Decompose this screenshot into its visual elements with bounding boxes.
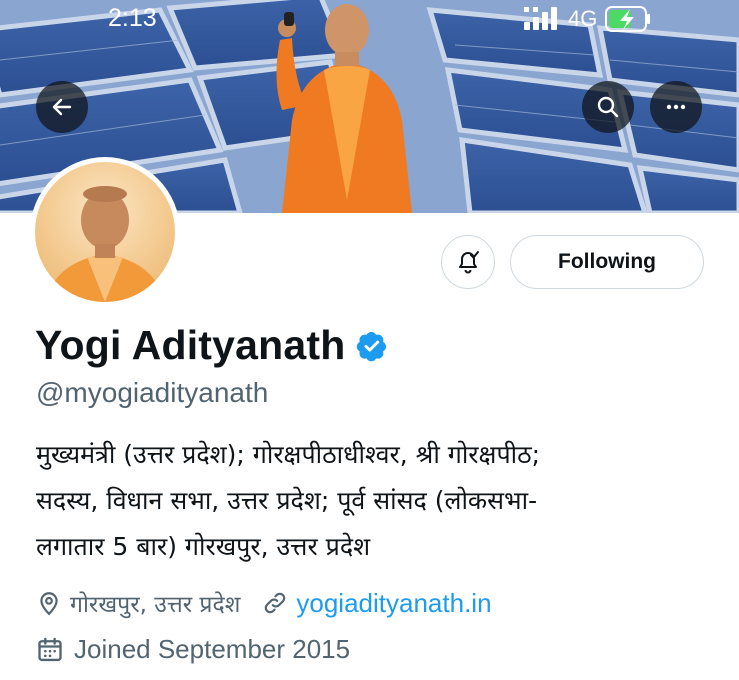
profile-meta: गोरखपुर, उत्तर प्रदेश yogiadityanath.in [36, 587, 492, 619]
display-name: Yogi Adityanath [35, 322, 346, 368]
bell-check-icon [459, 251, 479, 274]
joined-date-row: Joined September 2015 [36, 634, 350, 665]
bio-line: लगातार 5 बार) गोरखपुर, उत्तर प्रदेश [36, 532, 371, 561]
location-pin-icon [40, 592, 58, 616]
status-indicators: 4G [524, 6, 651, 32]
following-button[interactable]: Following [510, 235, 704, 289]
back-button[interactable] [36, 81, 88, 133]
arrow-left-icon [52, 98, 72, 116]
search-icon [597, 96, 619, 118]
display-name-row: Yogi Adityanath [35, 322, 388, 369]
bio-line: मुख्यमंत्री (उत्तर प्रदेश); गोरक्षपीठाधी… [36, 440, 541, 469]
battery-charging-icon [605, 6, 651, 32]
user-handle: @myogiadityanath [36, 377, 269, 408]
status-time: 2:13 [108, 4, 157, 32]
location-text: गोरखपुर, उत्तर प्रदेश [70, 592, 241, 618]
notifications-button[interactable] [441, 235, 495, 289]
location-item: गोरखपुर, उत्तर प्रदेश [36, 587, 240, 619]
search-button[interactable] [582, 81, 634, 133]
more-horizontal-icon [666, 104, 686, 110]
profile-avatar[interactable] [30, 157, 180, 307]
joined-date-text: Joined September 2015 [74, 634, 351, 664]
website-link[interactable]: yogiadityanath.in [296, 588, 491, 619]
website-item[interactable]: yogiadityanath.in [262, 588, 492, 619]
network-type: 4G [568, 6, 598, 31]
calendar-icon [38, 637, 62, 661]
status-bar: 2:13 4G [0, 0, 739, 40]
avatar-person-image [45, 186, 165, 302]
verified-badge-icon[interactable] [356, 330, 388, 362]
signal-icon [524, 7, 557, 30]
link-icon [265, 592, 286, 614]
more-options-button[interactable] [650, 81, 702, 133]
avatar-photo [35, 162, 175, 302]
bio-line: सदस्य, विधान सभा, उत्तर प्रदेश; पूर्व सा… [36, 486, 538, 515]
profile-bio: मुख्यमंत्री (उत्तर प्रदेश); गोरक्षपीठाधी… [36, 432, 716, 570]
